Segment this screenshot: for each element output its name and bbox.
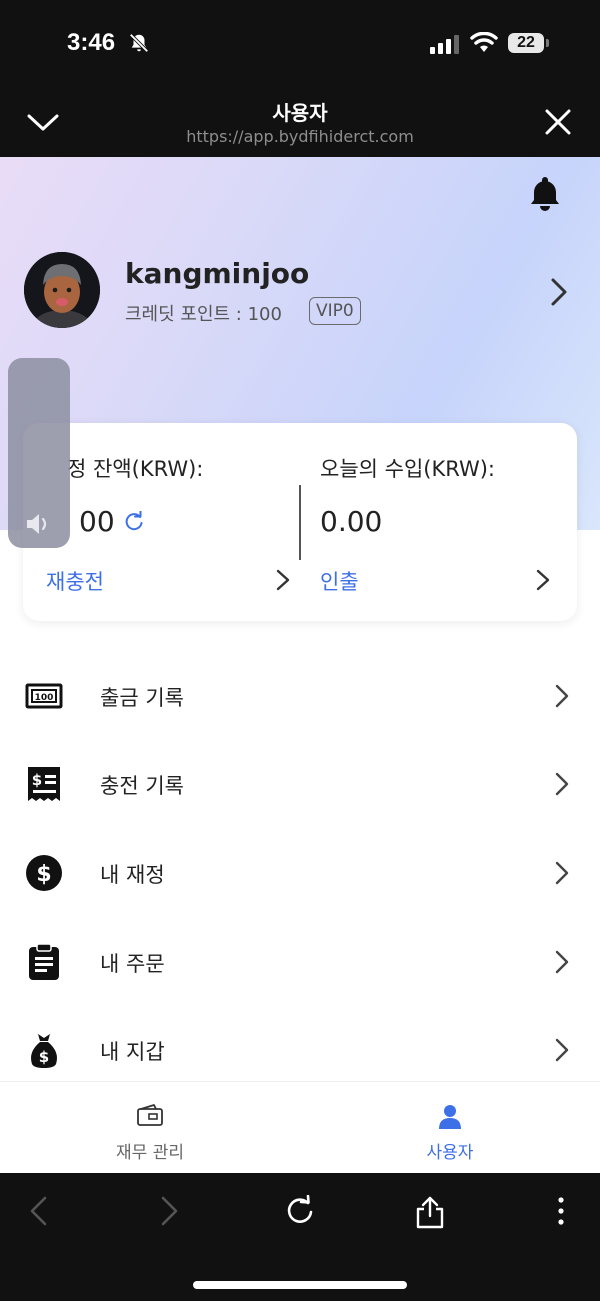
battery-indicator: 22 — [508, 33, 544, 53]
browser-toolbar — [0, 1173, 600, 1301]
status-bar: 3:46 22 — [0, 0, 600, 88]
refresh-icon[interactable] — [123, 510, 145, 537]
page-title: 사용자 — [272, 101, 328, 125]
back-icon[interactable] — [28, 1195, 50, 1231]
withdraw-chevron-icon[interactable] — [535, 569, 551, 595]
menu-label: 내 주문 — [100, 952, 165, 976]
menu-label: 내 지갑 — [100, 1040, 165, 1064]
balance-card: 정 잔액(KRW): 00 재충전 오늘의 수입(KRW): 0.00 인출 — [23, 423, 577, 621]
bell-off-icon — [128, 32, 150, 58]
svg-text:$: $ — [32, 771, 42, 789]
vip-badge: VIP0 — [309, 297, 361, 325]
card-divider — [299, 485, 301, 560]
account-balance-value: 00 — [79, 505, 115, 538]
tab-label: 사용자 — [426, 1143, 474, 1163]
chevron-right-icon — [554, 861, 570, 889]
notification-bell-icon[interactable] — [528, 175, 562, 215]
user-icon — [438, 1104, 462, 1134]
menu-label: 충전 기록 — [100, 774, 184, 798]
chevron-right-icon — [554, 950, 570, 978]
menu-item-recharge-history[interactable]: $ 충전 기록 — [0, 740, 600, 828]
chevron-right-icon — [554, 772, 570, 800]
signal-icon — [430, 34, 462, 58]
chevron-right-icon — [554, 1038, 570, 1066]
username: kangminjoo — [125, 257, 310, 290]
page-url: https://app.bydfihiderct.com — [186, 127, 414, 146]
wallet-icon — [136, 1104, 164, 1132]
reload-icon[interactable] — [284, 1194, 316, 1231]
receipt-icon: $ — [24, 764, 64, 804]
dollar-circle-icon: $ — [24, 853, 64, 893]
svg-text:$: $ — [39, 1048, 49, 1066]
more-options-icon[interactable] — [554, 1195, 568, 1231]
banknote-icon: 100 — [24, 676, 64, 716]
tab-user[interactable]: 사용자 — [300, 1082, 600, 1174]
volume-hud — [8, 358, 70, 548]
status-time: 3:46 — [67, 29, 116, 56]
share-icon[interactable] — [414, 1195, 446, 1233]
tab-finance[interactable]: 재무 관리 — [0, 1082, 300, 1174]
close-icon[interactable] — [544, 108, 572, 140]
svg-text:100: 100 — [35, 693, 54, 703]
clipboard-icon — [24, 942, 64, 982]
battery-cap — [546, 39, 549, 47]
recharge-link[interactable]: 재충전 — [46, 566, 104, 596]
wifi-icon — [470, 31, 498, 58]
top-chrome: 3:46 22 사용자 https://app.bydfihiderct.com — [0, 0, 600, 157]
bottom-tab-bar: 재무 관리 사용자 — [0, 1081, 600, 1174]
today-income-value: 0.00 — [320, 505, 383, 538]
menu-label: 출금 기록 — [100, 686, 184, 710]
avatar[interactable] — [24, 252, 100, 328]
home-indicator — [193, 1281, 407, 1289]
today-income-label: 오늘의 수입(KRW): — [320, 457, 496, 481]
speaker-icon — [24, 511, 52, 541]
svg-text:$: $ — [36, 862, 51, 887]
profile-chevron-right-icon[interactable] — [548, 277, 570, 311]
account-balance-label: 정 잔액(KRW): — [67, 457, 204, 481]
withdraw-link[interactable]: 인출 — [320, 566, 359, 596]
menu-label: 내 재정 — [100, 863, 165, 887]
forward-icon[interactable] — [158, 1195, 180, 1231]
recharge-chevron-icon[interactable] — [275, 569, 291, 595]
tab-label: 재무 관리 — [116, 1143, 184, 1163]
menu-item-my-orders[interactable]: 내 주문 — [0, 918, 600, 1006]
chevron-right-icon — [554, 684, 570, 712]
menu-item-my-finance[interactable]: $ 내 재정 — [0, 829, 600, 917]
money-bag-icon: $ — [24, 1030, 64, 1070]
browser-header: 사용자 https://app.bydfihiderct.com — [0, 88, 600, 157]
menu-item-withdrawal-history[interactable]: 100 출금 기록 — [0, 652, 600, 740]
credit-points: 크레딧 포인트 : 100 — [125, 304, 282, 325]
